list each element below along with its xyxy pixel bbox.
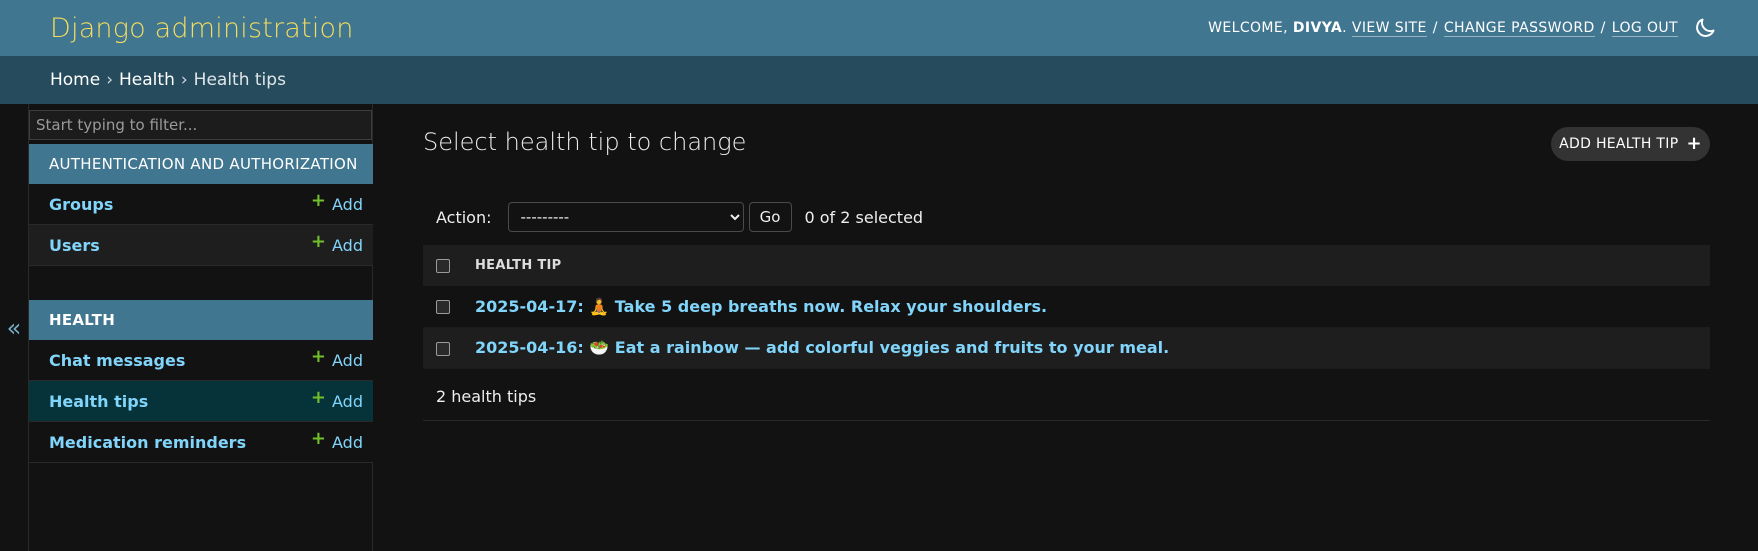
add-health-tips-link[interactable]: + Add <box>310 387 363 411</box>
view-site-link[interactable]: View site <box>1351 20 1427 37</box>
sidebar-item-groups: Groups + Add <box>29 184 373 225</box>
add-chat-messages-link[interactable]: + Add <box>310 346 363 370</box>
sidebar-item-health-tips-link[interactable]: Health tips <box>49 392 148 411</box>
log-out-link[interactable]: Log out <box>1611 20 1678 37</box>
row-select-cell <box>423 327 475 369</box>
sidebar-item-medication-reminders: Medication reminders + Add <box>29 422 373 463</box>
sidebar-item-groups-link[interactable]: Groups <box>49 195 113 214</box>
change-password-link[interactable]: Change password <box>1443 20 1595 37</box>
action-select[interactable]: --------- <box>507 202 744 232</box>
sidebar-toggle-strip: « <box>0 104 29 551</box>
breadcrumb-health[interactable]: Health <box>119 70 175 90</box>
result-list-table: Health tip 2025-04-17: 🧘 Take 5 deep bre… <box>423 245 1710 369</box>
plus-icon: + <box>1686 133 1702 154</box>
collapse-sidebar-button[interactable]: « <box>7 314 22 342</box>
add-health-tip-button[interactable]: Add health tip + <box>1551 127 1710 161</box>
theme-toggle-button[interactable] <box>1692 15 1718 41</box>
breadcrumb-separator: › <box>106 70 114 90</box>
user-tools: Welcome, Divya. View site / Change passw… <box>1208 15 1718 41</box>
table-row: 2025-04-16: 🥗 Eat a rainbow — add colorf… <box>423 327 1710 369</box>
table-header-row: Health tip <box>423 245 1710 286</box>
module-caption-auth[interactable]: Authentication and Authorization <box>29 144 373 184</box>
plus-icon: + <box>310 231 327 252</box>
breadcrumb-current: Health tips <box>193 70 286 90</box>
plus-icon: + <box>310 428 327 449</box>
row-cell: 2025-04-17: 🧘 Take 5 deep breaths now. R… <box>475 286 1710 328</box>
nav-filter-input[interactable] <box>29 110 372 140</box>
sidebar-item-health-tips: Health tips + Add <box>29 381 373 422</box>
sidebar-item-chat-messages: Chat messages + Add <box>29 340 373 381</box>
breadcrumb-separator: › <box>180 70 188 90</box>
plus-icon: + <box>310 387 327 408</box>
table-row: 2025-04-17: 🧘 Take 5 deep breaths now. R… <box>423 286 1710 328</box>
sidebar: Authentication and Authorization Groups … <box>29 104 373 551</box>
plus-icon: + <box>310 190 327 211</box>
paginator: 2 health tips <box>423 373 1710 421</box>
moon-icon <box>1696 18 1715 37</box>
column-header-health-tip[interactable]: Health tip <box>475 245 1710 286</box>
site-header: Django administration Welcome, Divya. Vi… <box>0 0 1758 56</box>
breadcrumb: Home › Health › Health tips <box>0 56 1758 104</box>
health-tip-link[interactable]: 2025-04-16: 🥗 Eat a rainbow — add colorf… <box>475 338 1169 357</box>
selection-counter: 0 of 2 selected <box>804 207 924 227</box>
row-cell: 2025-04-16: 🥗 Eat a rainbow — add colorf… <box>475 327 1710 369</box>
sidebar-item-medication-reminders-link[interactable]: Medication reminders <box>49 433 246 452</box>
sidebar-item-users: Users + Add <box>29 225 373 266</box>
row-checkbox[interactable] <box>436 341 450 356</box>
username: Divya <box>1292 20 1343 36</box>
go-button[interactable]: Go <box>748 202 792 232</box>
module-caption-health[interactable]: Health <box>29 300 373 340</box>
sidebar-item-chat-messages-link[interactable]: Chat messages <box>49 351 185 370</box>
health-tip-link[interactable]: 2025-04-17: 🧘 Take 5 deep breaths now. R… <box>475 297 1047 316</box>
actions-bar: Action: --------- Go 0 of 2 selected <box>436 202 923 232</box>
add-groups-link[interactable]: + Add <box>310 190 363 214</box>
action-label: Action: <box>436 207 492 227</box>
add-medication-reminders-link[interactable]: + Add <box>310 428 363 452</box>
sidebar-item-users-link[interactable]: Users <box>49 236 100 255</box>
select-all-cell <box>423 245 475 286</box>
plus-icon: + <box>310 346 327 367</box>
row-checkbox[interactable] <box>436 300 450 315</box>
row-select-cell <box>423 286 475 328</box>
breadcrumb-home[interactable]: Home <box>50 70 100 90</box>
welcome-text: Welcome, Divya <box>1208 20 1343 36</box>
select-all-checkbox[interactable] <box>436 258 450 273</box>
add-users-link[interactable]: + Add <box>310 231 363 255</box>
site-brand[interactable]: Django administration <box>50 13 354 44</box>
page-title: Select health tip to change <box>423 128 747 156</box>
